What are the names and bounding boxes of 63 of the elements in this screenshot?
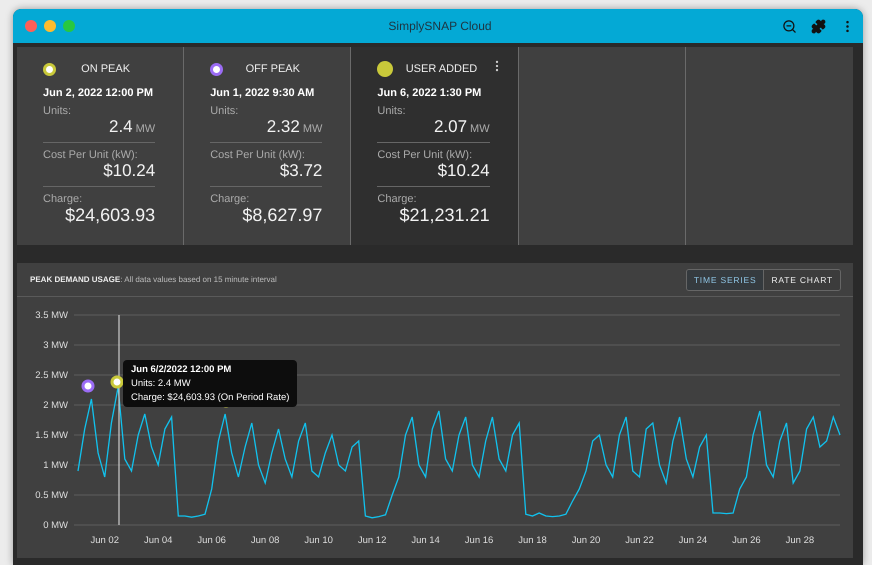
y-axis-label: 2 MW (43, 400, 68, 411)
tooltip-line: Charge: $24,603.93 (On Period Rate) (131, 392, 290, 403)
x-axis-label: Jun 08 (250, 535, 280, 546)
tooltip-title: Jun 6/2/2022 12:00 PM (131, 364, 232, 375)
cost-value: $3.72 (280, 161, 322, 181)
view-toggle[interactable]: TIME SERIES (686, 270, 764, 290)
y-axis-label: 1.5 MW (35, 430, 68, 441)
units-label: Units: (377, 105, 407, 117)
x-axis-label: Jun 18 (518, 535, 547, 546)
unit-label: MW (136, 123, 156, 135)
x-axis-label: Jun 20 (572, 535, 600, 546)
peak-card[interactable]: ON PEAK Jun 2, 2022 12:00 PM Units: 2.4 MW Cost Per Unit (kW): $10.24 Charge: $24,603.93 (17, 47, 184, 245)
cost-label: Cost Per Unit (kW): (43, 149, 139, 161)
card-date: Jun 2, 2022 12:00 PM (43, 87, 154, 99)
unit-label: MW (302, 123, 322, 135)
cost-label: Cost Per Unit (kW): (210, 149, 306, 161)
y-axis-label: 3 MW (43, 340, 68, 351)
cost-value: $10.24 (438, 161, 490, 181)
card-label: OFF PEAK (244, 63, 301, 75)
card-date: Jun 6, 2022 1:30 PM (377, 87, 482, 99)
y-axis-label: 2.5 MW (35, 370, 68, 381)
x-axis-label: Jun 14 (411, 535, 440, 546)
charge-value: $21,231.21 (400, 205, 490, 226)
puzzle-icon[interactable] (811, 18, 826, 34)
charge-value: $8,627.97 (242, 205, 322, 226)
cost-value: $10.24 (103, 161, 156, 181)
units-value: 2.07 (434, 117, 468, 137)
units-value: 2.32 (266, 117, 300, 137)
zoom-out-icon[interactable] (782, 18, 797, 34)
peak-marker[interactable] (82, 380, 94, 392)
x-axis-label: Jun 26 (732, 535, 761, 546)
units-value: 2.4 (109, 117, 133, 137)
x-axis-label: Jun 24 (678, 535, 708, 546)
units-label: Units: (43, 105, 72, 117)
card-label: ON PEAK (80, 63, 132, 75)
x-axis-label: Jun 12 (358, 535, 386, 546)
chart-title: PEAK DEMAND USAGE: All data values based on 15 minute interval (30, 275, 277, 284)
charge-label: Charge: (43, 193, 84, 205)
y-axis-label: 1 MW (43, 460, 68, 471)
x-axis-label: Jun 16 (464, 535, 494, 546)
card-label: USER ADDED (404, 63, 478, 75)
y-axis-label: 0.5 MW (35, 490, 68, 501)
charge-label: Charge: (377, 193, 418, 205)
y-axis-label: 3.5 MW (35, 310, 68, 321)
x-axis-label: Jun 22 (625, 535, 654, 546)
charge-value: $24,603.93 (65, 205, 156, 226)
x-axis-label: Jun 02 (90, 535, 119, 546)
cost-label: Cost Per Unit (kW): (377, 149, 474, 161)
view-toggle[interactable]: RATE CHART (763, 270, 840, 290)
x-axis-label: Jun 28 (786, 535, 814, 546)
x-axis-label: Jun 06 (197, 535, 226, 546)
units-label: Units: (210, 105, 240, 117)
peak-marker[interactable] (110, 376, 124, 388)
charge-label: Charge: (210, 193, 250, 205)
peak-card[interactable]: OFF PEAK Jun 1, 2022 9:30 AM Units: 2.32 MW Cost Per Unit (kW): $3.72 Charge: $8,627.97 (184, 47, 352, 245)
y-axis-label: 0 MW (43, 520, 68, 531)
peak-card[interactable]: USER ADDED Jun 6, 2022 1:30 PM Units: 2.07 MW Cost Per Unit (kW): $10.24 Charge: $21,231.21 (351, 47, 519, 245)
tooltip-line: Units: 2.4 MW (131, 378, 192, 389)
window-title: SimplySNAP Cloud (387, 19, 493, 33)
unit-label: MW (470, 123, 490, 135)
x-axis-label: Jun 10 (304, 535, 333, 546)
x-axis-label: Jun 04 (144, 535, 172, 546)
card-date: Jun 1, 2022 9:30 AM (210, 87, 316, 99)
